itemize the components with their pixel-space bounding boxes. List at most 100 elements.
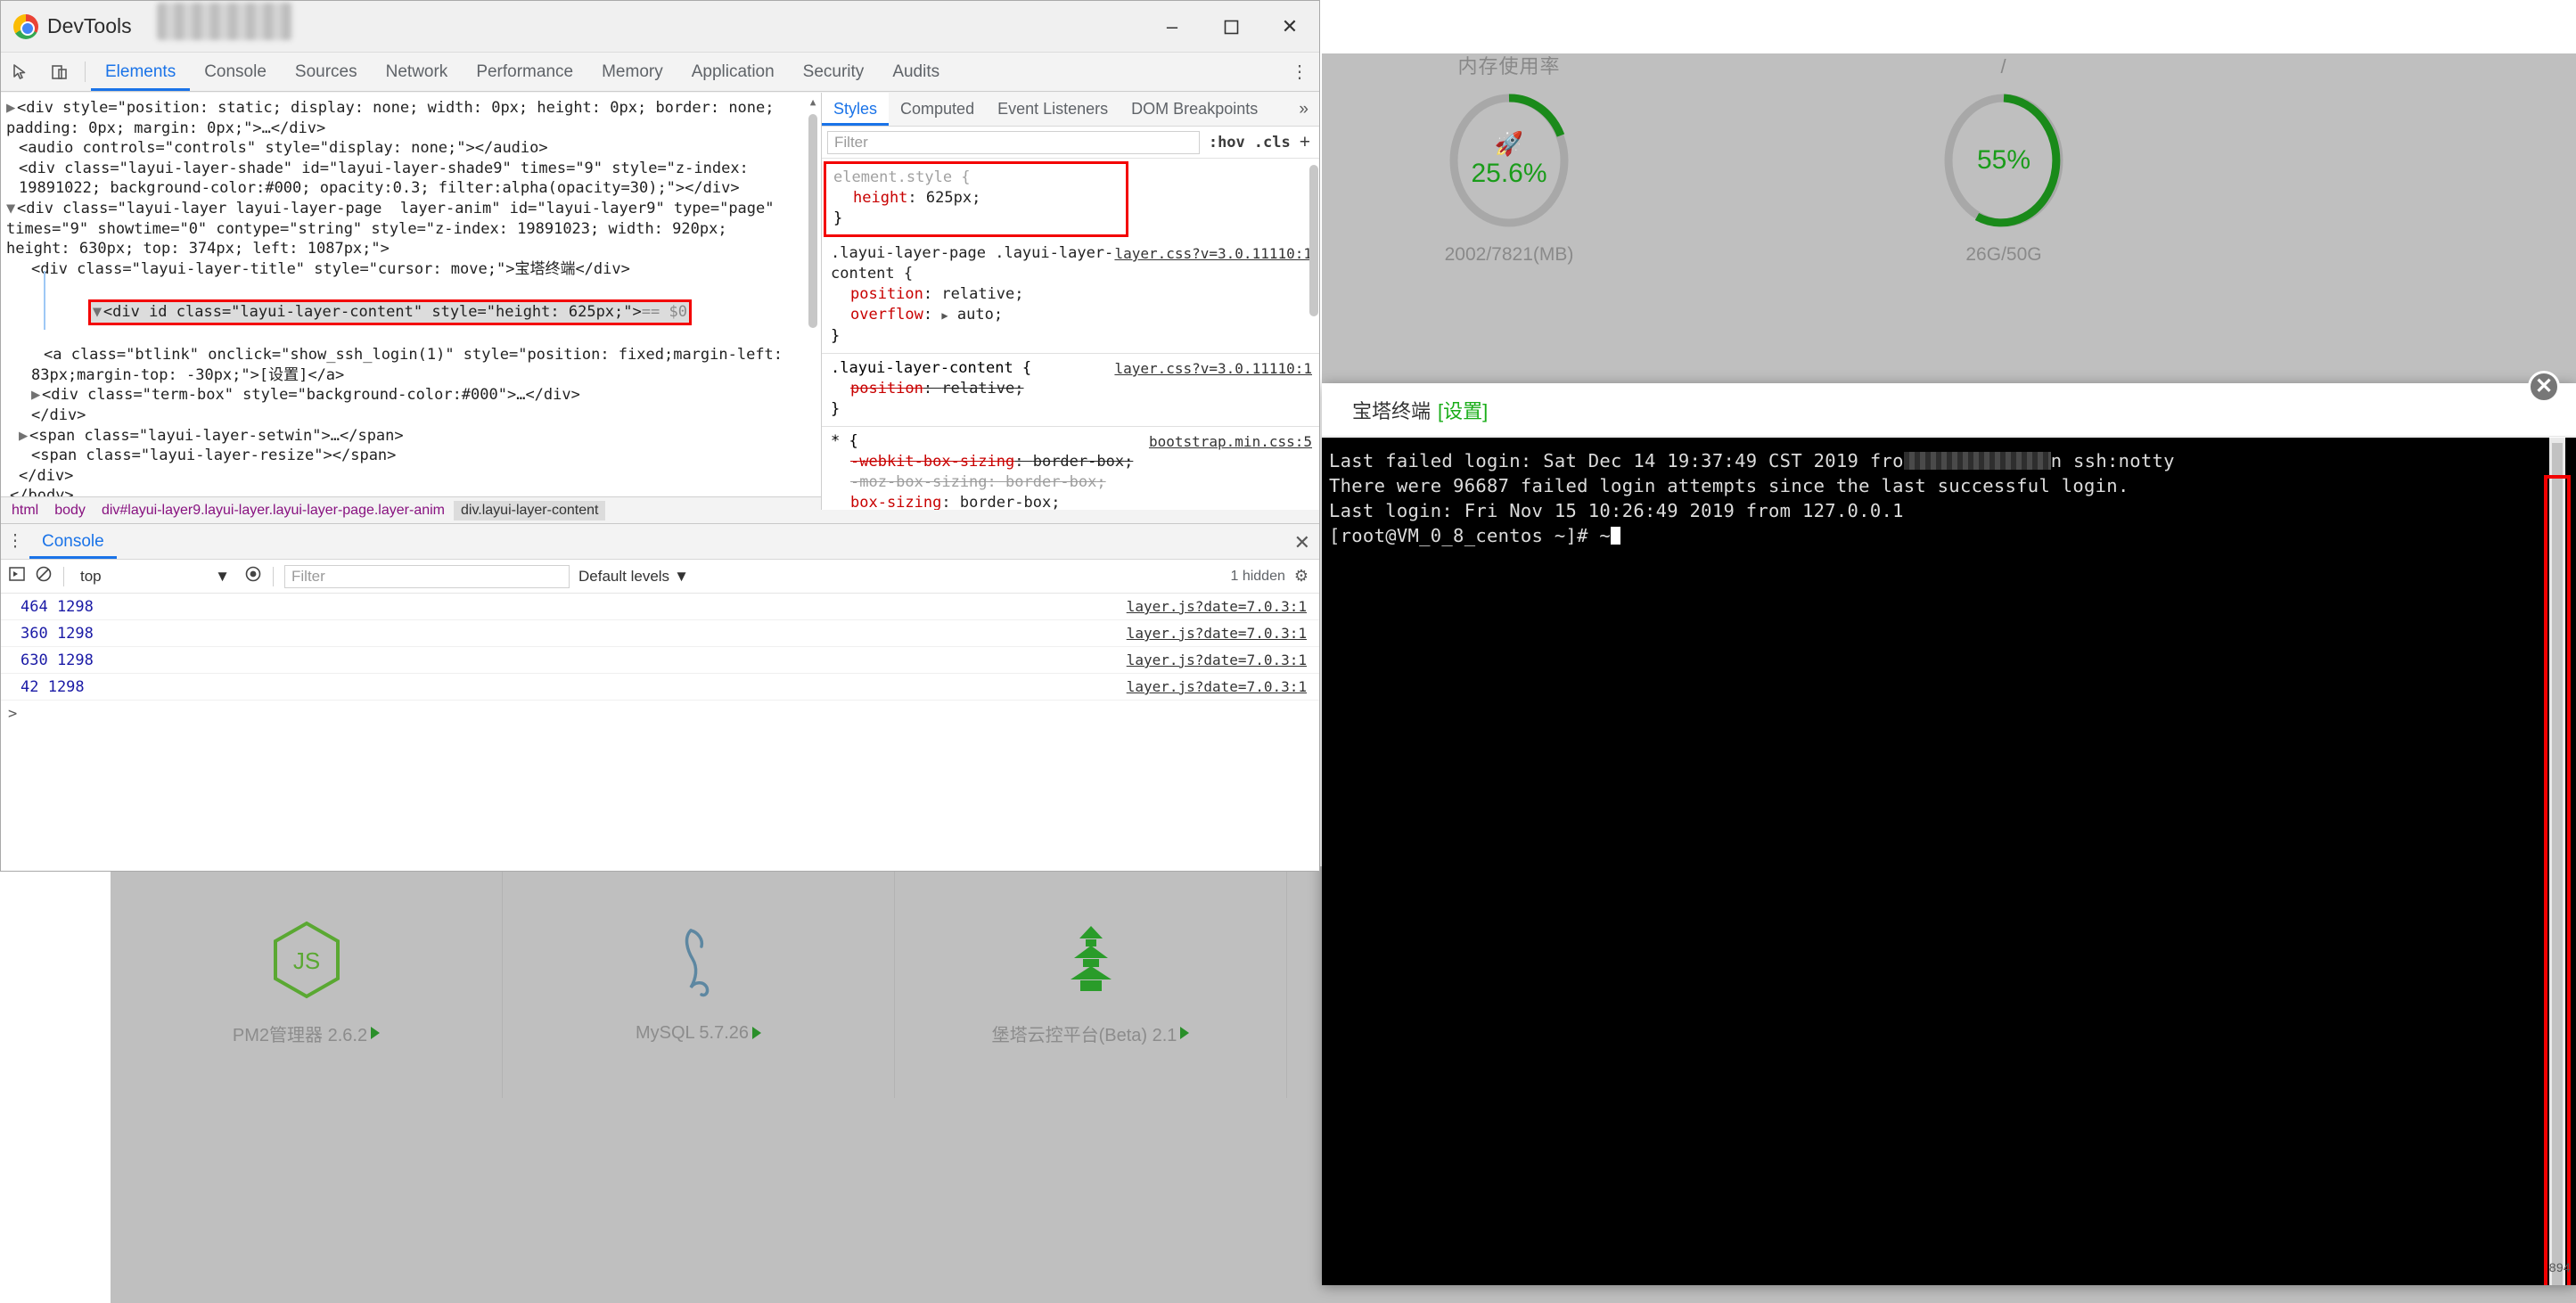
tab-sources[interactable]: Sources	[281, 53, 372, 91]
clear-console-icon[interactable]	[35, 565, 53, 587]
console-settings-icon[interactable]: ⚙	[1294, 567, 1312, 586]
play-icon[interactable]	[752, 1027, 762, 1039]
collapse-arrow-icon[interactable]: ▼	[93, 302, 103, 323]
scroll-up-icon[interactable]: ▲	[807, 96, 819, 109]
software-item-pm2[interactable]: JS PM2管理器 2.6.2	[111, 866, 503, 1098]
tab-styles[interactable]: Styles	[822, 93, 890, 126]
css-declaration[interactable]: overflow: ▶ auto;	[831, 305, 1312, 326]
elements-tree[interactable]: ▶ <div style="position: static; display: …	[1, 93, 821, 510]
tab-console-drawer[interactable]: Console	[29, 524, 117, 559]
styles-scrollbar[interactable]	[1309, 160, 1319, 510]
collapse-arrow-icon[interactable]: ▼	[6, 199, 17, 219]
dom-line[interactable]: <div class="layui-layer-title" style="cu…	[6, 259, 821, 280]
css-value[interactable]: relative	[941, 285, 1014, 303]
console-message-source[interactable]: layer.js?date=7.0.3:1	[1127, 625, 1307, 642]
breadcrumb-item-layer[interactable]: div#layui-layer9.layui-layer.layui-layer…	[94, 501, 452, 520]
console-message-source[interactable]: layer.js?date=7.0.3:1	[1127, 598, 1307, 615]
expand-arrow-icon[interactable]: ▶	[19, 426, 29, 447]
close-icon[interactable]: ✕	[2528, 371, 2560, 403]
css-declaration[interactable]: position: relative;	[831, 284, 1312, 305]
terminal-scrollbar[interactable]	[2549, 438, 2565, 1285]
css-property[interactable]: overflow	[850, 306, 923, 324]
dom-line[interactable]: ▶ <div class="term-box" style="background…	[6, 385, 821, 406]
terminal-scrollbar-thumb[interactable]	[2552, 443, 2563, 1285]
styles-scrollbar-thumb[interactable]	[1309, 165, 1318, 316]
dom-line[interactable]: times="9" showtime="0" contype="string" …	[6, 219, 821, 240]
close-icon[interactable]: ✕	[1294, 531, 1310, 554]
dom-line[interactable]: <a class="btlink" onclick="show_ssh_logi…	[6, 345, 821, 365]
breadcrumb-item-body[interactable]: body	[47, 501, 93, 520]
selected-node-highlight[interactable]: ▼ <div id class="layui-layer-content" sty…	[87, 299, 692, 325]
tab-audits[interactable]: Audits	[878, 53, 954, 91]
css-rule-layui-layer-content[interactable]: layer.css?v=3.0.11110:1 .layui-layer-con…	[822, 354, 1319, 427]
overflow-menu-icon[interactable]: ⋮	[1280, 53, 1319, 91]
css-property[interactable]: height	[853, 189, 907, 207]
styles-filter-input[interactable]: Filter	[827, 130, 1200, 154]
expand-arrow-icon[interactable]: ▶	[6, 98, 17, 119]
tab-elements[interactable]: Elements	[91, 53, 190, 91]
css-value[interactable]: 625px	[926, 189, 972, 207]
css-value[interactable]: border-box	[1005, 473, 1096, 491]
execution-context-icon[interactable]	[8, 565, 26, 587]
dom-line[interactable]: </div>	[6, 406, 821, 426]
gauge-memory[interactable]: 内存使用率 🚀 25.6% 2002/7821(MB)	[1375, 53, 1643, 266]
tab-performance[interactable]: Performance	[462, 53, 587, 91]
cls-toggle[interactable]: .cls	[1254, 134, 1291, 152]
dom-line[interactable]: ▶ <span class="layui-layer-setwin">…</spa…	[6, 426, 821, 447]
css-property[interactable]: -webkit-box-sizing	[850, 453, 1014, 471]
breadcrumb-item-html[interactable]: html	[4, 501, 45, 520]
dom-line[interactable]: <span class="layui-layer-resize"></span>	[6, 446, 821, 466]
dom-line[interactable]: 19891022; background-color:#000; opacity…	[6, 178, 821, 199]
css-value[interactable]: relative	[941, 380, 1014, 397]
console-filter-input[interactable]: Filter	[284, 564, 570, 588]
css-value[interactable]: border-box	[1033, 453, 1124, 471]
console-message-source[interactable]: layer.js?date=7.0.3:1	[1127, 652, 1307, 668]
dom-line[interactable]: ▶ <div style="position: static; display: …	[6, 98, 821, 119]
css-value[interactable]: border-box	[960, 494, 1051, 510]
more-options-icon[interactable]: ⋮	[1, 524, 29, 559]
live-expression-icon[interactable]	[244, 565, 262, 587]
dom-line[interactable]: ▼ <div class="layui-layer layui-layer-pag…	[6, 199, 821, 219]
css-property[interactable]: position	[850, 380, 923, 397]
terminal-output[interactable]: Last failed login: Sat Dec 14 19:37:49 C…	[1322, 438, 2576, 1285]
tab-computed[interactable]: Computed	[889, 93, 986, 126]
play-icon[interactable]	[1180, 1027, 1190, 1039]
tab-console[interactable]: Console	[190, 53, 281, 91]
css-declaration[interactable]: height: 625px;	[833, 188, 1119, 209]
css-declaration[interactable]: -webkit-box-sizing: border-box;	[831, 452, 1312, 472]
minimize-button[interactable]: –	[1143, 1, 1202, 53]
dom-line[interactable]: <audio controls="controls" style="displa…	[6, 138, 821, 159]
console-message[interactable]: 464 1298 layer.js?date=7.0.3:1	[1, 594, 1319, 620]
console-message[interactable]: 42 1298 layer.js?date=7.0.3:1	[1, 674, 1319, 701]
hov-toggle[interactable]: :hov	[1209, 134, 1245, 152]
overflow-menu-icon[interactable]: »	[1288, 93, 1319, 126]
breadcrumb-item-content[interactable]: div.layui-layer-content	[454, 500, 606, 520]
tab-memory[interactable]: Memory	[587, 53, 677, 91]
css-property[interactable]: position	[850, 285, 923, 303]
tab-security[interactable]: Security	[789, 53, 879, 91]
console-input-prompt[interactable]: >	[1, 701, 1319, 727]
expand-arrow-icon[interactable]: ▶	[31, 385, 42, 406]
css-declaration[interactable]: position: relative;	[831, 379, 1312, 399]
css-selector[interactable]: .layui-layer-page .layui-layer-content {	[831, 243, 1125, 284]
dom-line[interactable]: 83px;margin-top: -30px;">[设置]</a>	[6, 365, 821, 386]
dom-line[interactable]: height: 630px; top: 374px; left: 1087px;…	[6, 239, 821, 259]
css-selector[interactable]: element.style {	[833, 168, 1119, 188]
console-message-source[interactable]: layer.js?date=7.0.3:1	[1127, 678, 1307, 695]
tab-dom-breakpoints[interactable]: DOM Breakpoints	[1120, 93, 1269, 126]
software-item-cloud[interactable]: 堡塔云控平台(Beta) 2.1	[895, 866, 1287, 1098]
css-rule-layui-layer-page[interactable]: layer.css?v=3.0.11110:1 .layui-layer-pag…	[822, 239, 1319, 354]
new-style-rule-button[interactable]: +	[1300, 132, 1314, 153]
css-declaration[interactable]: -moz-box-sizing: border-box;	[831, 472, 1312, 493]
terminal-settings-link[interactable]: [设置]	[1438, 396, 1488, 424]
css-property[interactable]: box-sizing	[850, 494, 941, 510]
elements-scrollbar[interactable]: ▲ ▼	[807, 96, 819, 506]
dom-line-selected-row[interactable]: ▼ <div id class="layui-layer-content" sty…	[6, 279, 821, 345]
css-source-link[interactable]: layer.css?v=3.0.11110:1	[1114, 243, 1312, 264]
elements-scrollbar-thumb[interactable]	[808, 114, 817, 328]
css-source-link[interactable]: bootstrap.min.css:5	[1149, 431, 1312, 452]
dom-line[interactable]: padding: 0px; margin: 0px;">…</div>	[6, 119, 821, 139]
dom-line[interactable]: <div class="layui-layer-shade" id="layui…	[6, 159, 821, 179]
tab-application[interactable]: Application	[677, 53, 789, 91]
css-source-link[interactable]: layer.css?v=3.0.11110:1	[1114, 358, 1312, 379]
